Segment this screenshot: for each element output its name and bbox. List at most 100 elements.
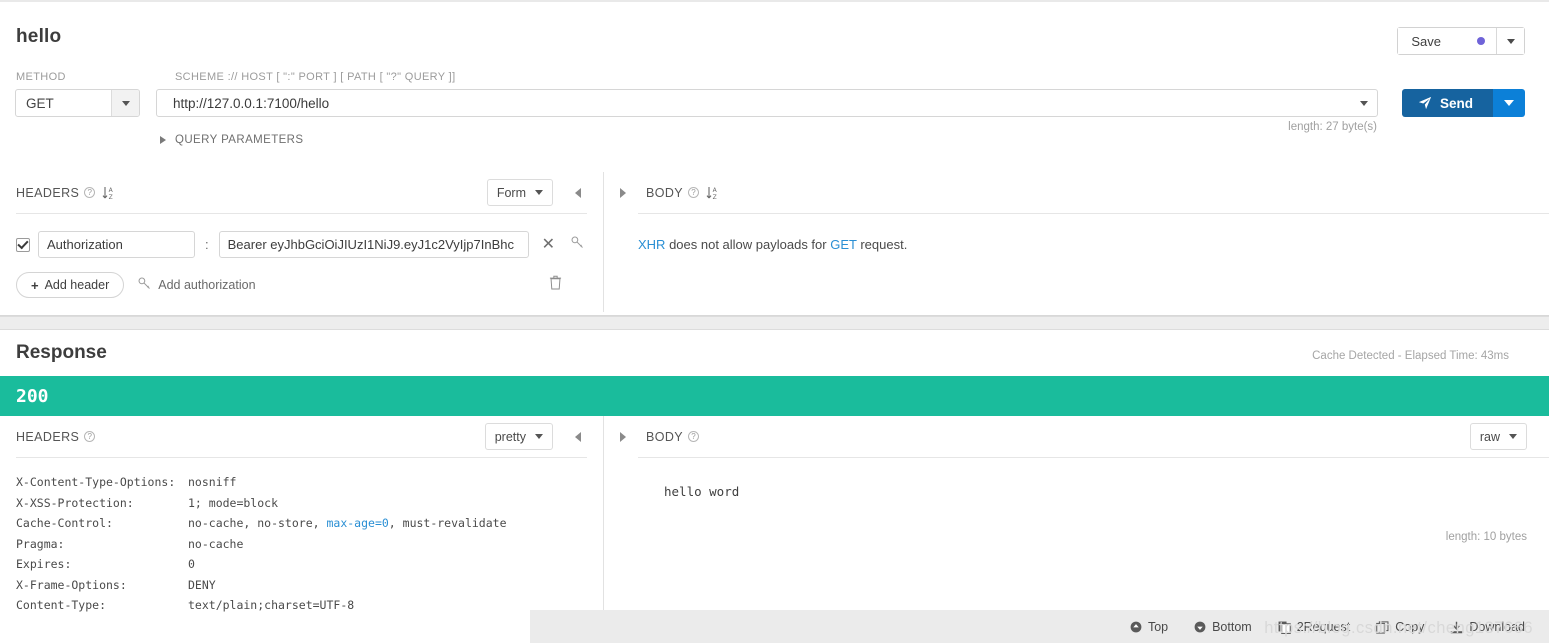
add-header-button[interactable]: + Add header	[16, 272, 125, 298]
add-authorization-button[interactable]: Add authorization	[138, 277, 256, 293]
copy-to-request-icon	[1278, 621, 1291, 634]
chevron-down-icon	[121, 100, 130, 106]
chevron-right-icon	[620, 431, 626, 442]
response-header-value: 0	[188, 557, 195, 571]
request-split: HEADERS ? A Z Form Authorization: Beare…	[0, 172, 1549, 312]
response-header-key: Expires:	[16, 557, 72, 571]
response-header-row: Pragma: no-cache	[16, 534, 587, 555]
method-value: GET	[26, 95, 54, 111]
chevron-down-icon	[535, 434, 543, 439]
panel-divider	[0, 316, 1549, 330]
delete-all-headers-icon[interactable]	[549, 275, 562, 295]
response-header-row: Content-Type: text/plain;charset=UTF-8	[16, 595, 587, 616]
chevron-down-icon	[1504, 100, 1514, 106]
response-headers-table: X-Content-Type-Options: nosniff X-XSS-Prot…	[16, 472, 587, 616]
header-enabled-checkbox[interactable]	[16, 237, 30, 252]
header-value-input[interactable]	[218, 231, 529, 258]
method-dropdown-button[interactable]	[111, 90, 139, 116]
download-button[interactable]: Download	[1450, 620, 1525, 634]
body-message-middle: does not allow payloads for	[665, 237, 831, 252]
request-headers-view-select[interactable]: Form	[486, 179, 553, 206]
send-button[interactable]: Send	[1401, 89, 1493, 117]
scheme-label: SCHEME :// HOST [ ":" PORT ] [ PATH [ "?…	[175, 71, 456, 83]
method-label: METHOD	[16, 71, 66, 83]
paper-plane-icon	[1418, 96, 1432, 110]
copy-icon	[1376, 620, 1389, 634]
url-input[interactable]	[157, 94, 1351, 112]
key-icon	[138, 277, 151, 293]
scroll-top-label: Top	[1147, 620, 1169, 634]
response-header-key: Pragma:	[16, 536, 65, 551]
query-parameters-toggle[interactable]: QUERY PARAMETERS	[160, 134, 303, 146]
help-icon[interactable]: ?	[84, 431, 96, 442]
expand-right-button[interactable]	[614, 187, 632, 198]
sort-az-icon[interactable]: A Z	[102, 186, 115, 200]
response-header-row: Expires: 0	[16, 554, 587, 575]
key-icon[interactable]	[568, 236, 587, 254]
send-dropdown-button[interactable]	[1493, 89, 1525, 117]
get-link[interactable]: GET	[830, 237, 857, 252]
send-button-group: Send	[1401, 89, 1525, 117]
response-header-key: Cache-Control:	[16, 516, 113, 530]
svg-text:Z: Z	[109, 194, 113, 200]
response-header-row: X-Content-Type-Options: nosniff	[16, 472, 587, 493]
help-icon[interactable]: ?	[688, 431, 700, 442]
copy-button[interactable]: Copy	[1376, 620, 1424, 634]
rest-client-app: hello Save METHOD SCHEME :// HOST [ ":" …	[0, 0, 1549, 643]
request-headers-title: HEADERS	[16, 185, 80, 200]
cache-elapsed-note: Cache Detected - Elapsed Time: 43ms	[1312, 350, 1509, 362]
save-button[interactable]: Save	[1398, 28, 1496, 54]
to-request-button[interactable]: 2Request	[1278, 620, 1350, 634]
help-icon[interactable]: ?	[84, 187, 96, 198]
chevron-down-icon	[1506, 38, 1515, 44]
response-body-view-value: raw	[1479, 429, 1500, 444]
method-select[interactable]: GET	[15, 89, 140, 117]
url-history-dropdown[interactable]	[1351, 100, 1377, 106]
help-icon[interactable]: ?	[688, 187, 700, 198]
scroll-bottom-button[interactable]: Bottom	[1194, 620, 1252, 634]
response-header-row: Cache-Control: no-cache, no-store, max-ag…	[16, 513, 587, 534]
scroll-top-button[interactable]: Top	[1130, 620, 1168, 634]
response-headers-view-select[interactable]: pretty	[484, 423, 553, 450]
unsaved-indicator-dot	[1477, 37, 1485, 45]
body-message-suffix: request.	[856, 237, 908, 252]
response-header-key: X-Frame-Options:	[16, 577, 127, 592]
response-header-value: 1; mode=block	[188, 495, 279, 510]
response-header-value: nosniff	[188, 475, 237, 489]
response-header-value-highlight: max-age=0	[326, 516, 389, 530]
response-headers-header: HEADERS ? pretty	[16, 416, 587, 458]
arrow-up-circle-icon	[1130, 621, 1142, 633]
collapse-left-button[interactable]	[569, 431, 587, 442]
xhr-link[interactable]: XHR	[638, 237, 665, 252]
url-field-wrapper	[156, 89, 1378, 117]
response-body-view-select[interactable]: raw	[1469, 423, 1527, 450]
response-header-row: X-Frame-Options: DENY	[16, 575, 587, 596]
chevron-left-icon	[575, 431, 581, 442]
request-header-row: : ✕	[16, 231, 587, 258]
response-toolbar: Top Bottom 2Request Copy Download	[530, 610, 1549, 643]
request-headers-header: HEADERS ? A Z Form	[16, 172, 587, 214]
response-header-value: no-cache	[188, 536, 244, 551]
response-body-content: hello word	[664, 484, 740, 499]
chevron-down-icon	[535, 190, 543, 195]
collapse-left-button[interactable]	[569, 187, 587, 198]
request-headers-column: HEADERS ? A Z Form Authorization: Beare…	[0, 172, 603, 312]
status-code: 200	[16, 385, 49, 407]
response-header-value: text/plain;charset=UTF-8	[188, 598, 355, 612]
chevron-right-icon	[160, 136, 166, 144]
remove-header-icon[interactable]: ✕	[537, 236, 560, 253]
response-header-row: X-XSS-Protection: 1; mode=block	[16, 493, 587, 514]
header-key-input[interactable]	[38, 231, 195, 258]
chevron-left-icon	[575, 187, 581, 198]
response-split: HEADERS ? pretty X-Content-Type-Options:…	[0, 416, 1549, 616]
expand-right-button[interactable]	[614, 431, 632, 442]
response-panel: Response Cache Detected - Elapsed Time: …	[0, 330, 1549, 643]
request-length-note: length: 27 byte(s)	[1288, 121, 1377, 133]
response-title: Response	[16, 342, 107, 363]
sort-az-icon[interactable]: A Z	[706, 186, 719, 200]
send-label: Send	[1439, 95, 1473, 111]
add-header-label: Add header	[44, 278, 110, 292]
response-header-key: X-XSS-Protection:	[16, 495, 134, 510]
save-dropdown-button[interactable]	[1496, 28, 1524, 54]
response-header-key: X-Content-Type-Options:	[16, 475, 176, 489]
